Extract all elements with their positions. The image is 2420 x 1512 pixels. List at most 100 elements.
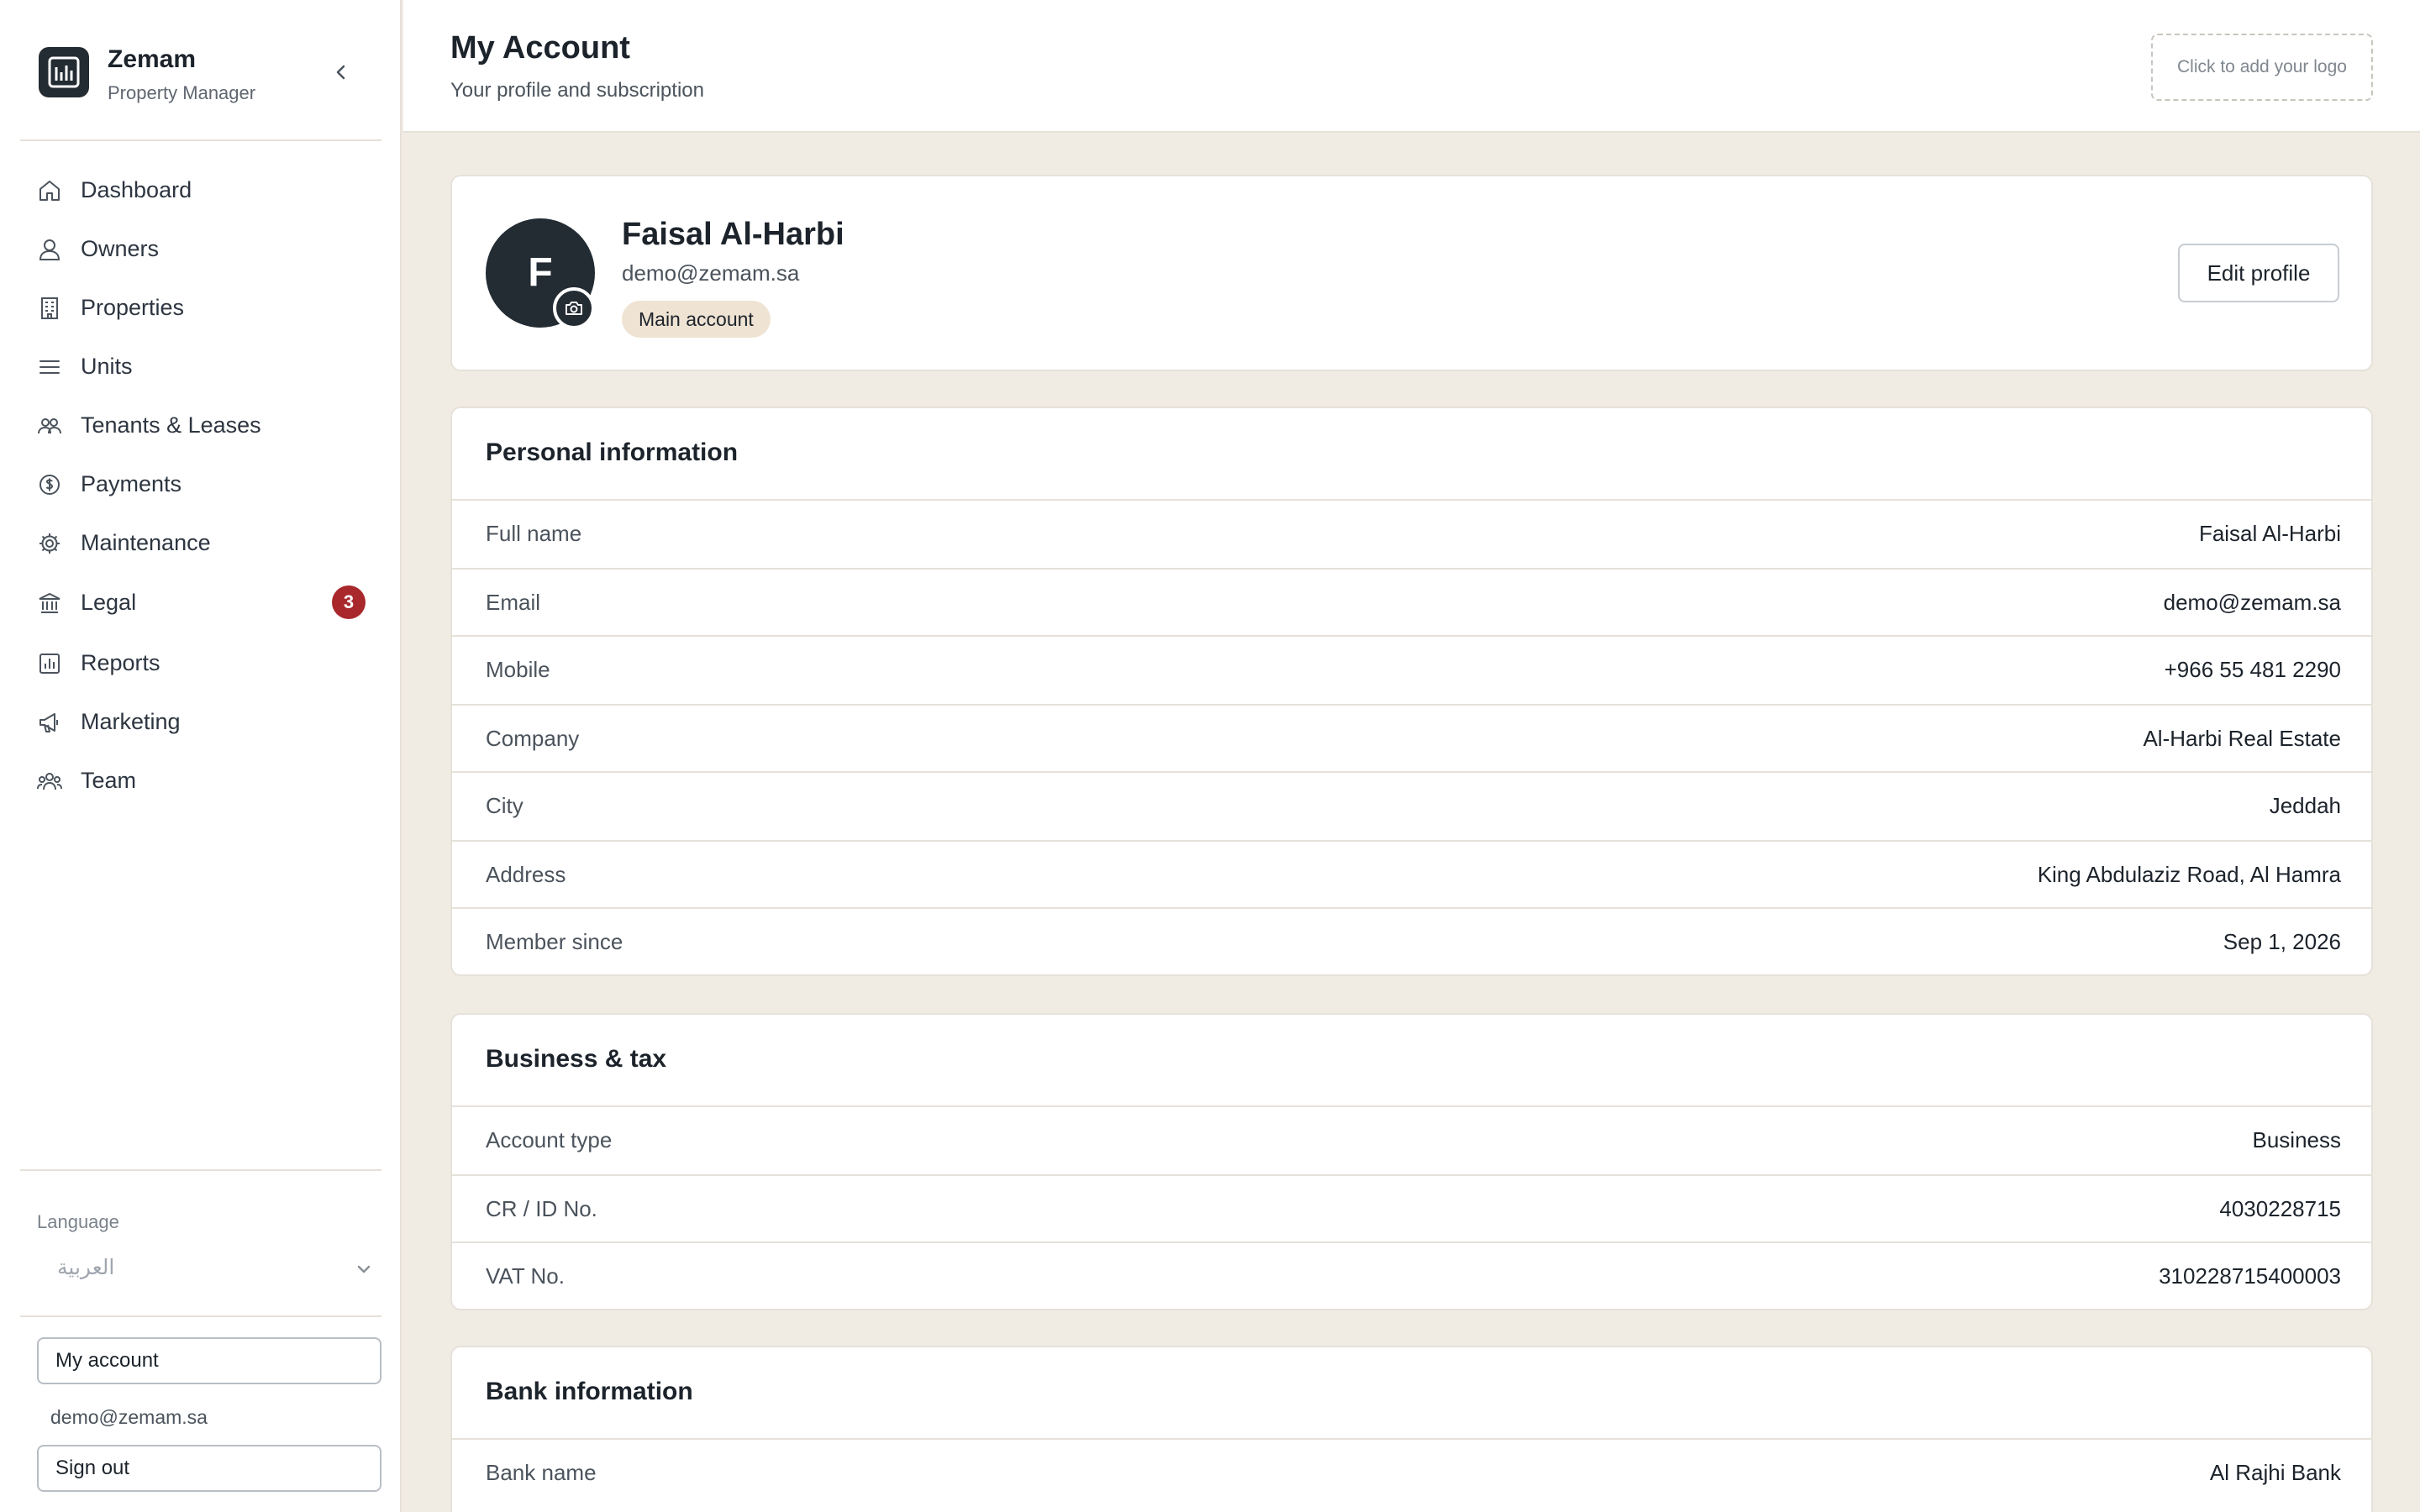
sidebar: Zemam Property Manager Dashboard Owners … bbox=[0, 0, 402, 1512]
business-tax-card: Business & tax Account type Business CR … bbox=[450, 1013, 2373, 1310]
home-icon bbox=[39, 181, 60, 201]
sidebar-item-dashboard[interactable]: Dashboard bbox=[20, 166, 381, 213]
section-title: Bank information bbox=[486, 1378, 693, 1405]
sidebar-item-legal[interactable]: Legal 3 bbox=[20, 579, 381, 626]
sidebar-item-team[interactable]: Team bbox=[20, 757, 381, 804]
row-value: 4030228715 bbox=[2219, 1196, 2341, 1221]
info-row-city: City Jeddah bbox=[452, 771, 2371, 840]
sidebar-item-marketing[interactable]: Marketing bbox=[20, 698, 381, 745]
language-select[interactable]: العربية bbox=[37, 1250, 381, 1289]
dollar-circle-icon bbox=[39, 475, 60, 495]
sidebar-item-label: Dashboard bbox=[81, 176, 192, 202]
info-row-address: Address King Abdulaziz Road, Al Hamra bbox=[452, 840, 2371, 909]
sidebar-item-label: Maintenance bbox=[81, 529, 211, 555]
brand-name: Zemam bbox=[108, 45, 197, 73]
sidebar-item-label: Units bbox=[81, 353, 133, 379]
info-row-company: Company Al-Harbi Real Estate bbox=[452, 704, 2371, 773]
sidebar-divider bbox=[20, 1169, 381, 1171]
row-value: King Abdulaziz Road, Al Hamra bbox=[2037, 862, 2341, 887]
row-label: Address bbox=[486, 862, 566, 887]
row-value: +966 55 481 2290 bbox=[2164, 657, 2341, 682]
sidebar-item-label: Legal bbox=[81, 589, 137, 615]
users-icon bbox=[38, 418, 61, 434]
bank-information-card: Bank information Bank name Al Rajhi Bank bbox=[450, 1346, 2373, 1512]
row-label: Email bbox=[486, 590, 541, 615]
brand-logo-icon bbox=[39, 47, 89, 97]
info-row-member-since: Member since Sep 1, 2026 bbox=[452, 907, 2371, 974]
sidebar-item-tenants-leases[interactable]: Tenants & Leases bbox=[20, 402, 381, 449]
profile-card: F Faisal Al-Harbi demo@zemam.sa Main acc… bbox=[450, 175, 2373, 371]
sidebar-item-owners[interactable]: Owners bbox=[20, 225, 381, 272]
row-value: Faisal Al-Harbi bbox=[2198, 521, 2341, 546]
language-label: Language bbox=[37, 1211, 119, 1232]
gear-icon bbox=[39, 533, 60, 554]
section-title: Business & tax bbox=[486, 1045, 667, 1073]
legal-count-badge: 3 bbox=[332, 585, 366, 619]
section-title: Personal information bbox=[486, 438, 739, 466]
info-row-full-name: Full name Faisal Al-Harbi bbox=[452, 499, 2371, 568]
sidebar-item-label: Properties bbox=[81, 294, 185, 320]
megaphone-icon bbox=[39, 713, 58, 732]
row-value: Business bbox=[2252, 1127, 2342, 1152]
list-icon bbox=[39, 360, 60, 374]
info-row-account-type: Account type Business bbox=[452, 1105, 2371, 1174]
sidebar-divider bbox=[20, 139, 381, 141]
page-title: My Account bbox=[450, 30, 630, 66]
sidebar-item-label: Marketing bbox=[81, 708, 181, 734]
row-value: demo@zemam.sa bbox=[2163, 590, 2341, 615]
collapse-sidebar-button[interactable] bbox=[328, 59, 355, 86]
sidebar-divider bbox=[20, 1315, 381, 1317]
change-photo-button[interactable] bbox=[553, 287, 595, 329]
row-label: Member since bbox=[486, 929, 623, 954]
team-icon bbox=[37, 773, 62, 790]
page-subtitle: Your profile and subscription bbox=[450, 79, 704, 102]
my-account-button[interactable]: My account bbox=[37, 1337, 381, 1384]
sidebar-item-units[interactable]: Units bbox=[20, 343, 381, 390]
personal-information-card: Personal information Full name Faisal Al… bbox=[450, 407, 2373, 976]
row-label: Account type bbox=[486, 1127, 613, 1152]
row-label: Bank name bbox=[486, 1460, 597, 1485]
info-row-vat: VAT No. 310228715400003 bbox=[452, 1242, 2371, 1309]
sidebar-item-label: Tenants & Leases bbox=[81, 412, 261, 438]
language-value: العربية bbox=[57, 1255, 115, 1279]
bar-chart-icon bbox=[39, 654, 60, 674]
sign-out-button[interactable]: Sign out bbox=[37, 1445, 381, 1492]
edit-profile-button[interactable]: Edit profile bbox=[2178, 244, 2339, 302]
bank-icon bbox=[39, 592, 60, 613]
brand-subtitle: Property Manager bbox=[108, 82, 256, 103]
page-header: My Account Your profile and subscription… bbox=[403, 0, 2420, 133]
row-value: Jeddah bbox=[2269, 793, 2341, 818]
info-row-cr-id: CR / ID No. 4030228715 bbox=[452, 1174, 2371, 1243]
building-icon bbox=[41, 297, 58, 319]
sidebar-item-label: Owners bbox=[81, 235, 160, 261]
sidebar-item-reports[interactable]: Reports bbox=[20, 639, 381, 686]
row-value: Al-Harbi Real Estate bbox=[2143, 726, 2341, 751]
profile-email: demo@zemam.sa bbox=[622, 260, 800, 286]
account-email: demo@zemam.sa bbox=[50, 1406, 208, 1428]
sidebar-item-payments[interactable]: Payments bbox=[20, 460, 381, 507]
row-label: Company bbox=[486, 726, 580, 751]
info-row-mobile: Mobile +966 55 481 2290 bbox=[452, 635, 2371, 704]
sidebar-item-maintenance[interactable]: Maintenance bbox=[20, 519, 381, 566]
sidebar-item-label: Reports bbox=[81, 649, 160, 675]
row-label: VAT No. bbox=[486, 1263, 565, 1289]
account-type-badge: Main account bbox=[622, 301, 771, 338]
info-row-email: Email demo@zemam.sa bbox=[452, 568, 2371, 637]
profile-name: Faisal Al-Harbi bbox=[622, 217, 844, 252]
chevron-left-icon bbox=[336, 65, 345, 80]
sidebar-item-label: Team bbox=[81, 767, 137, 793]
add-logo-dropzone[interactable]: Click to add your logo bbox=[2151, 34, 2373, 101]
chevron-down-icon bbox=[357, 1265, 371, 1273]
sidebar-item-label: Payments bbox=[81, 470, 182, 496]
row-label: Full name bbox=[486, 521, 582, 546]
camera-icon bbox=[566, 302, 582, 315]
row-label: CR / ID No. bbox=[486, 1196, 597, 1221]
row-label: City bbox=[486, 793, 523, 818]
row-value: Al Rajhi Bank bbox=[2209, 1460, 2341, 1485]
user-icon bbox=[39, 239, 60, 260]
row-value: Sep 1, 2026 bbox=[2223, 929, 2341, 954]
sidebar-item-properties[interactable]: Properties bbox=[20, 284, 381, 331]
info-row-bank-name: Bank name Al Rajhi Bank bbox=[452, 1438, 2371, 1507]
row-label: Mobile bbox=[486, 657, 550, 682]
brand: Zemam Property Manager bbox=[39, 45, 375, 104]
